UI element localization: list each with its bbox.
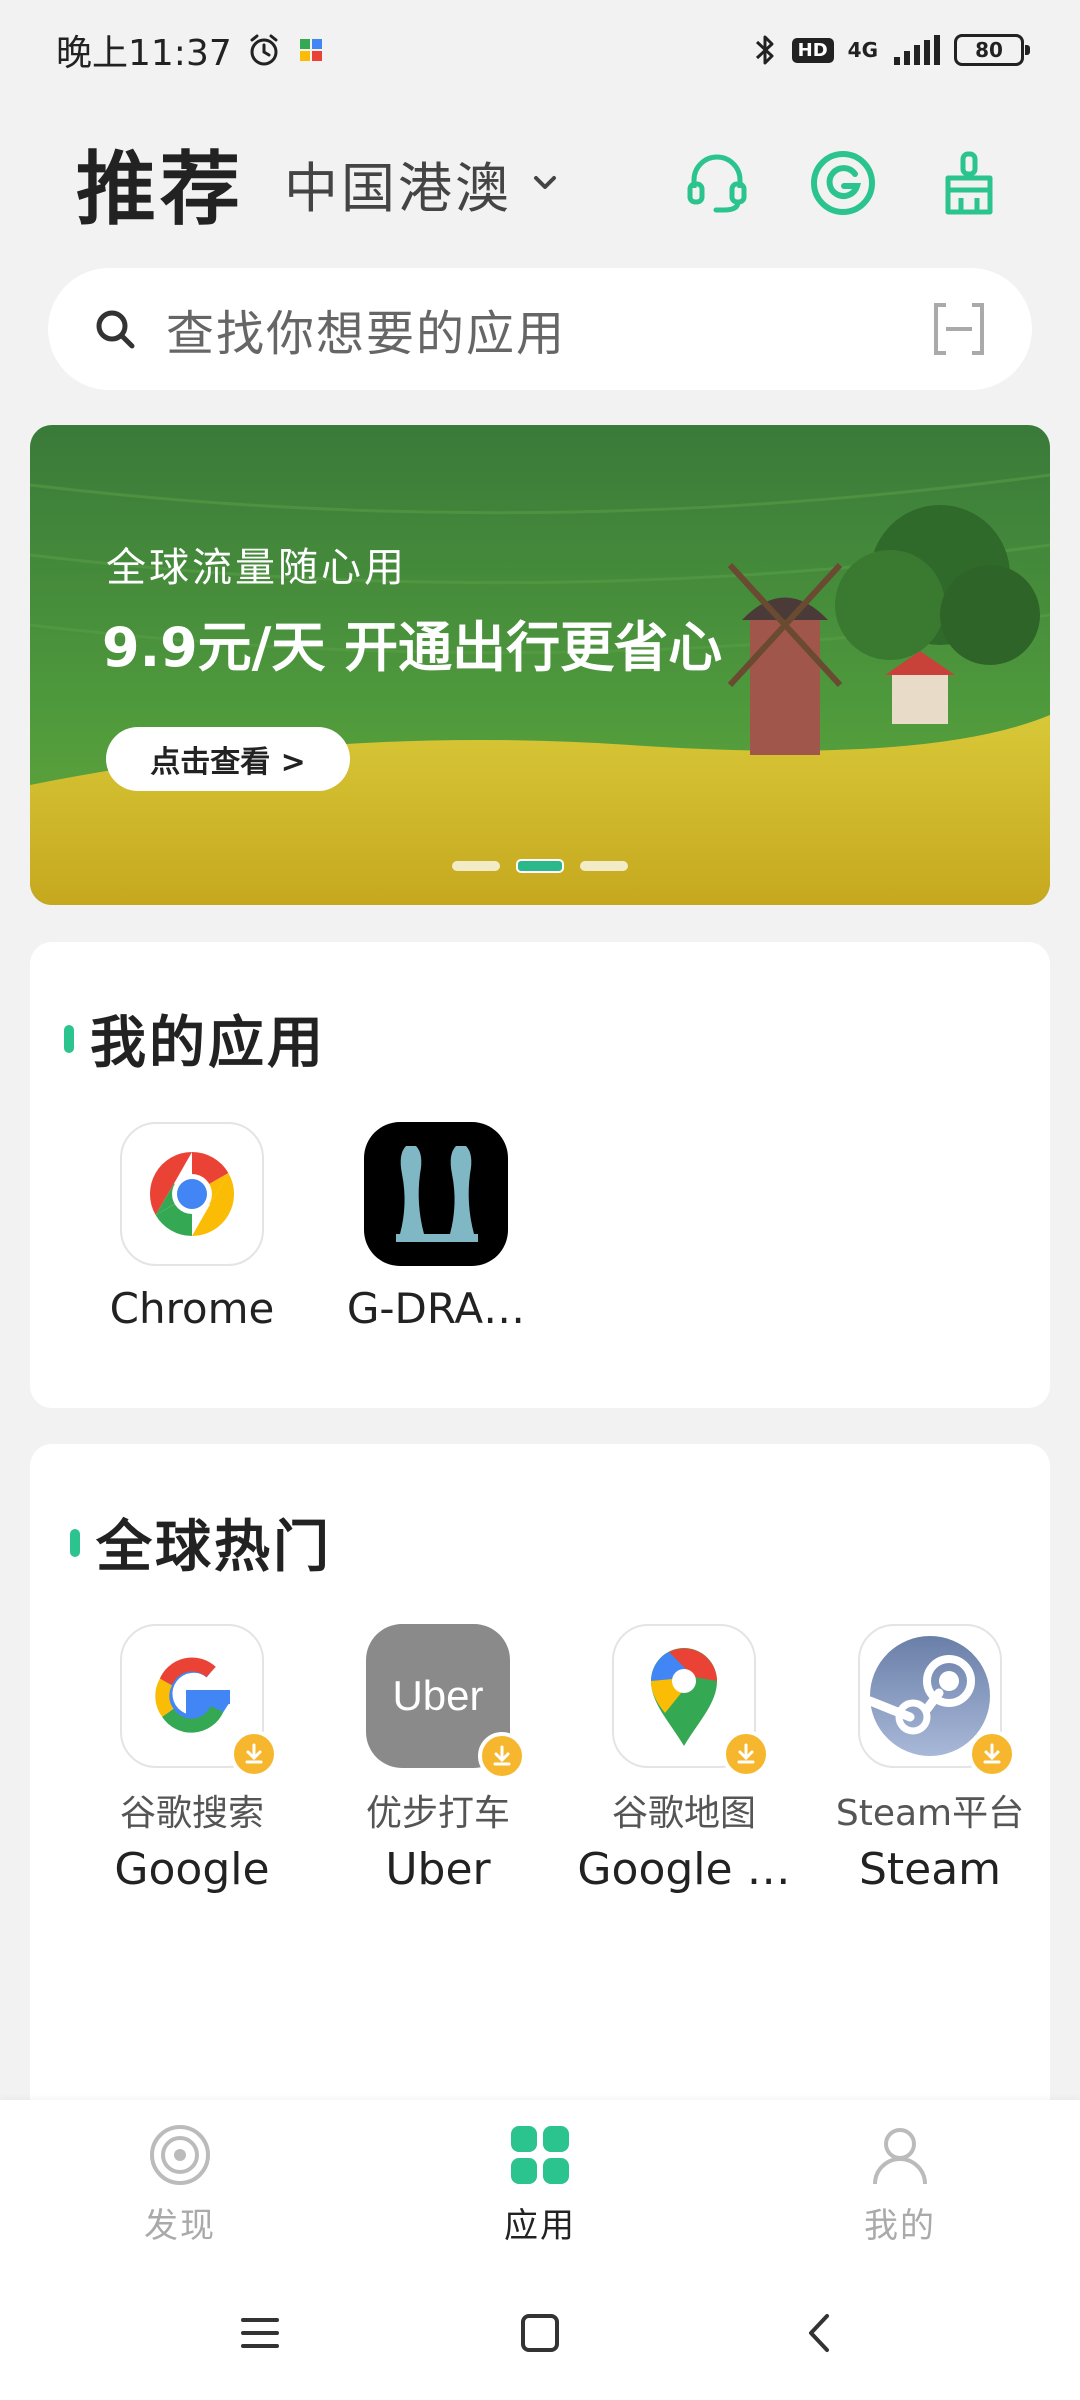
notification-app-icon xyxy=(299,39,322,61)
my-apps-section: 我的应用 Chrome G-DRA… xyxy=(30,942,1050,1408)
app-chrome[interactable]: Chrome xyxy=(72,1122,312,1333)
carousel-indicator xyxy=(30,859,1050,873)
app-uber[interactable]: Uber 优步打车 Uber xyxy=(318,1624,558,1895)
app-name: Steam xyxy=(858,1844,1002,1895)
banner-title: 9.9元/天 开通出行更省心 xyxy=(102,616,723,679)
download-icon xyxy=(968,1730,1016,1778)
app-chinese-name: Steam平台 xyxy=(835,1793,1025,1834)
region-selector[interactable]: 中国港澳 xyxy=(284,144,560,223)
promo-banner[interactable]: 全球流量随心用 9.9元/天 开通出行更省心 点击查看 > xyxy=(30,425,1050,905)
download-icon xyxy=(230,1730,278,1778)
status-bar: 晚上11:37 HD 4G 80 xyxy=(0,0,1080,100)
section-title: 全球热门 xyxy=(70,1502,332,1583)
chrome-icon xyxy=(120,1122,264,1266)
global-hot-title: 全球热门 xyxy=(96,1515,332,1580)
nav-discover[interactable]: 发现 xyxy=(0,2100,360,2266)
nav-label: 应用 xyxy=(504,2205,576,2246)
profile-icon xyxy=(873,2127,927,2184)
app-chinese-name: 谷歌地图 xyxy=(611,1793,756,1834)
app-g-dragon[interactable]: G-DRA… xyxy=(316,1122,556,1333)
app-google-maps[interactable]: 谷歌地图 Google … xyxy=(564,1624,804,1895)
system-nav-bar xyxy=(0,2266,1080,2400)
global-hot-section: 全球热门 谷歌搜索 Google Uber 优步打车 Uber 谷歌地图 Goo… xyxy=(30,1444,1050,2144)
app-name: G-DRA… xyxy=(346,1284,526,1333)
nav-label: 发现 xyxy=(144,2205,216,2246)
nav-apps[interactable]: 应用 xyxy=(360,2100,720,2266)
battery-icon: 80 xyxy=(954,34,1030,66)
nav-label: 我的 xyxy=(864,2205,936,2246)
nav-profile[interactable]: 我的 xyxy=(720,2100,1080,2266)
uber-logo-text: Uber xyxy=(392,1672,484,1719)
steam-icon xyxy=(858,1624,1016,1778)
apps-grid-icon xyxy=(511,2125,569,2184)
app-chinese-name: 谷歌搜索 xyxy=(119,1793,264,1834)
menu-icon[interactable] xyxy=(235,2308,285,2358)
signal-icon xyxy=(894,35,940,65)
app-chinese-name: 优步打车 xyxy=(365,1793,510,1834)
chevron-down-icon xyxy=(534,176,556,189)
headset-icon[interactable] xyxy=(682,148,752,218)
header: 推荐 中国港澳 xyxy=(0,128,1080,238)
alarm-icon xyxy=(250,34,278,66)
broom-clean-icon[interactable] xyxy=(934,148,1004,218)
status-time: 晚上11:37 xyxy=(56,33,232,74)
download-icon xyxy=(722,1730,770,1778)
banner-subtitle: 全球流量随心用 xyxy=(106,545,407,591)
scan-icon[interactable] xyxy=(930,301,988,357)
carousel-dot xyxy=(452,861,500,871)
google-icon xyxy=(120,1624,278,1778)
page-title: 推荐 xyxy=(76,143,244,236)
uber-icon: Uber xyxy=(366,1624,526,1780)
download-icon xyxy=(478,1732,526,1780)
banner-view-button[interactable]: 点击查看 > xyxy=(106,727,350,791)
bottom-nav: 发现 应用 我的 xyxy=(0,2100,1080,2266)
app-name: Chrome xyxy=(109,1284,275,1333)
app-name: Google … xyxy=(577,1844,791,1895)
carousel-dot-active xyxy=(516,859,564,873)
search-icon xyxy=(96,310,135,349)
app-steam[interactable]: Steam平台 Steam xyxy=(810,1624,1050,1895)
search-bar[interactable]: 查找你想要的应用 xyxy=(48,268,1032,390)
home-icon[interactable] xyxy=(515,2308,565,2358)
my-apps-title: 我的应用 xyxy=(90,1011,326,1076)
accent-bar xyxy=(64,1024,74,1053)
section-title: 我的应用 xyxy=(64,998,326,1079)
hd-badge: HD xyxy=(791,37,834,63)
google-maps-icon xyxy=(612,1624,770,1778)
accent-bar xyxy=(70,1528,80,1557)
g-dragon-app-icon xyxy=(364,1122,508,1266)
carousel-dot xyxy=(580,861,628,871)
discover-icon xyxy=(150,2124,210,2185)
network-type: 4G xyxy=(847,38,878,62)
region-label: 中国港澳 xyxy=(284,156,512,220)
app-name: Uber xyxy=(385,1844,491,1895)
back-icon[interactable] xyxy=(795,2308,845,2358)
app-google[interactable]: 谷歌搜索 Google xyxy=(72,1624,312,1895)
app-name: Google xyxy=(114,1844,270,1895)
bluetooth-icon xyxy=(755,35,774,65)
g-logo-icon[interactable] xyxy=(808,148,878,218)
search-placeholder: 查找你想要的应用 xyxy=(166,306,567,362)
